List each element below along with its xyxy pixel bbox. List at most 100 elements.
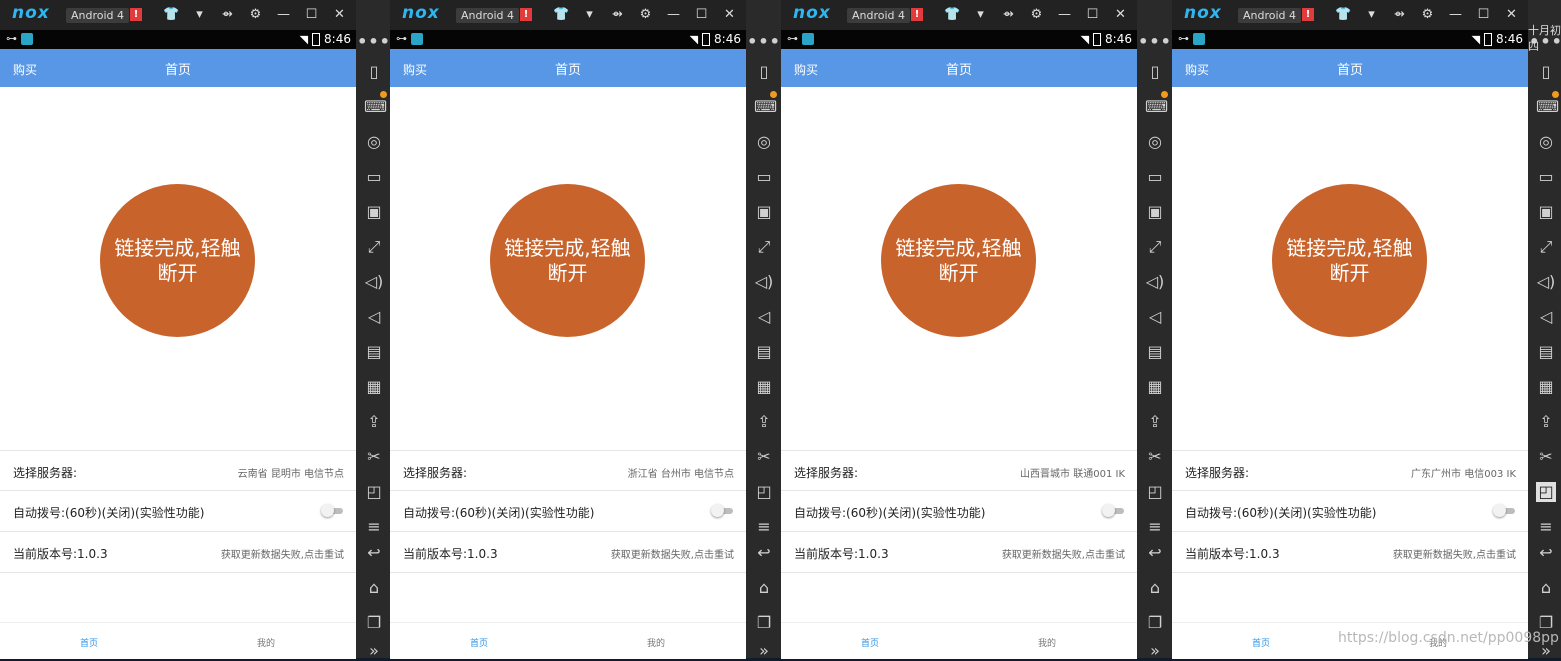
recent-apps-icon[interactable]: ❐ xyxy=(754,613,774,633)
gear-icon[interactable]: ⚙ xyxy=(637,7,654,23)
record-icon[interactable]: ▣ xyxy=(364,202,384,222)
shirt-icon[interactable]: 👕 xyxy=(944,7,961,23)
apk-install-icon[interactable]: ⇪ xyxy=(1145,412,1165,432)
phone-shake-icon[interactable]: ▯ xyxy=(1536,62,1556,82)
keyboard-icon[interactable]: ⌨ xyxy=(1536,97,1559,117)
record-icon[interactable]: ▣ xyxy=(754,202,774,222)
update-retry-link[interactable]: 获取更新数据失败,点击重试 xyxy=(221,546,344,561)
toolbox-icon[interactable]: ▤ xyxy=(1536,342,1556,362)
shirt-icon[interactable]: 👕 xyxy=(553,7,570,23)
connect-toggle-button[interactable]: 链接完成,轻触断开 xyxy=(881,184,1036,337)
home-icon[interactable]: ⌂ xyxy=(364,578,384,598)
recent-apps-icon[interactable]: ❐ xyxy=(364,613,384,633)
apk-install-icon[interactable]: ⇪ xyxy=(1536,412,1556,432)
macro-icon[interactable]: ▦ xyxy=(364,377,384,397)
chevron-down-icon[interactable]: ▾ xyxy=(1363,7,1380,23)
chevron-down-icon[interactable]: ▾ xyxy=(581,7,598,23)
close-icon[interactable]: ✕ xyxy=(331,7,348,23)
autodial-switch[interactable] xyxy=(1493,504,1515,517)
volume-down-icon[interactable]: ◁ xyxy=(364,307,384,327)
toolbox-icon[interactable]: ▤ xyxy=(1145,342,1165,362)
maximize-icon[interactable]: ☐ xyxy=(1475,7,1492,23)
expand-icon[interactable]: » xyxy=(1145,641,1165,661)
fullscreen-icon[interactable]: ⤢ xyxy=(1145,237,1165,257)
pin-icon[interactable]: ⇴ xyxy=(1000,7,1017,23)
volume-up-icon[interactable]: ◁) xyxy=(1536,272,1556,292)
keyboard-icon[interactable]: ⌨ xyxy=(364,97,387,117)
server-select-row[interactable]: 选择服务器: 山西晋城市 联通001 IK xyxy=(781,450,1137,491)
macro-icon[interactable]: ▦ xyxy=(1536,377,1556,397)
tab-mine[interactable]: 我的 xyxy=(1038,636,1056,649)
server-select-row[interactable]: 选择服务器: 云南省 昆明市 电信节点 xyxy=(0,450,356,491)
connect-toggle-button[interactable]: 链接完成,轻触断开 xyxy=(1272,184,1427,337)
version-row[interactable]: 当前版本号:1.0.3 获取更新数据失败,点击重试 xyxy=(0,531,356,573)
version-row[interactable]: 当前版本号:1.0.3 获取更新数据失败,点击重试 xyxy=(390,531,746,573)
volume-up-icon[interactable]: ◁) xyxy=(364,272,384,292)
update-retry-link[interactable]: 获取更新数据失败,点击重试 xyxy=(611,546,734,561)
volume-down-icon[interactable]: ◁ xyxy=(1145,307,1165,327)
shirt-icon[interactable]: 👕 xyxy=(1335,7,1352,23)
pin-icon[interactable]: ⇴ xyxy=(219,7,236,23)
server-select-row[interactable]: 选择服务器: 浙江省 台州市 电信节点 xyxy=(390,450,746,491)
menu-icon[interactable]: ≡ xyxy=(754,517,774,537)
connect-toggle-button[interactable]: 链接完成,轻触断开 xyxy=(100,184,255,337)
macro-icon[interactable]: ▦ xyxy=(754,377,774,397)
screen-icon[interactable]: ▭ xyxy=(1536,167,1556,187)
minimize-icon[interactable]: — xyxy=(275,7,292,23)
volume-up-icon[interactable]: ◁) xyxy=(754,272,774,292)
keyboard-icon[interactable]: ⌨ xyxy=(754,97,777,117)
location-icon[interactable]: ◎ xyxy=(1145,132,1165,152)
warning-icon[interactable]: ! xyxy=(911,8,923,21)
volume-up-icon[interactable]: ◁) xyxy=(1145,272,1165,292)
connect-toggle-button[interactable]: 链接完成,轻触断开 xyxy=(490,184,645,337)
fullscreen-icon[interactable]: ⤢ xyxy=(754,237,774,257)
home-icon[interactable]: ⌂ xyxy=(1536,578,1556,598)
location-icon[interactable]: ◎ xyxy=(754,132,774,152)
location-icon[interactable]: ◎ xyxy=(1536,132,1556,152)
phone-shake-icon[interactable]: ▯ xyxy=(1145,62,1165,82)
home-icon[interactable]: ⌂ xyxy=(1145,578,1165,598)
menu-icon[interactable]: ≡ xyxy=(1536,517,1556,537)
menu-icon[interactable]: ≡ xyxy=(364,517,384,537)
toolbox-icon[interactable]: ▤ xyxy=(364,342,384,362)
close-icon[interactable]: ✕ xyxy=(721,7,738,23)
recent-apps-icon[interactable]: ❐ xyxy=(1145,613,1165,633)
gear-icon[interactable]: ⚙ xyxy=(1028,7,1045,23)
version-row[interactable]: 当前版本号:1.0.3 获取更新数据失败,点击重试 xyxy=(1172,531,1528,573)
scissors-icon[interactable]: ✂ xyxy=(1145,447,1165,467)
close-icon[interactable]: ✕ xyxy=(1112,7,1129,23)
tab-home[interactable]: 首页 xyxy=(1252,636,1270,649)
update-retry-link[interactable]: 获取更新数据失败,点击重试 xyxy=(1393,546,1516,561)
screen-icon[interactable]: ▭ xyxy=(364,167,384,187)
macro-icon[interactable]: ▦ xyxy=(1145,377,1165,397)
scissors-icon[interactable]: ✂ xyxy=(364,447,384,467)
record-icon[interactable]: ▣ xyxy=(1536,202,1556,222)
expand-icon[interactable]: » xyxy=(364,641,384,661)
phone-shake-icon[interactable]: ▯ xyxy=(754,62,774,82)
minimize-icon[interactable]: — xyxy=(1056,7,1073,23)
warning-icon[interactable]: ! xyxy=(520,8,532,21)
version-row[interactable]: 当前版本号:1.0.3 获取更新数据失败,点击重试 xyxy=(781,531,1137,573)
volume-down-icon[interactable]: ◁ xyxy=(754,307,774,327)
back-icon[interactable]: ↩ xyxy=(364,543,384,563)
close-icon[interactable]: ✕ xyxy=(1503,7,1520,23)
multi-window-icon[interactable]: ◰ xyxy=(754,482,774,502)
tab-home[interactable]: 首页 xyxy=(80,636,98,649)
maximize-icon[interactable]: ☐ xyxy=(303,7,320,23)
autodial-switch[interactable] xyxy=(1102,504,1124,517)
scissors-icon[interactable]: ✂ xyxy=(754,447,774,467)
toolbox-icon[interactable]: ▤ xyxy=(754,342,774,362)
tab-mine[interactable]: 我的 xyxy=(647,636,665,649)
apk-install-icon[interactable]: ⇪ xyxy=(364,412,384,432)
menu-icon[interactable]: ≡ xyxy=(1145,517,1165,537)
chevron-down-icon[interactable]: ▾ xyxy=(191,7,208,23)
gear-icon[interactable]: ⚙ xyxy=(1419,7,1436,23)
phone-shake-icon[interactable]: ▯ xyxy=(364,62,384,82)
warning-icon[interactable]: ! xyxy=(1302,8,1314,21)
keyboard-icon[interactable]: ⌨ xyxy=(1145,97,1168,117)
maximize-icon[interactable]: ☐ xyxy=(1084,7,1101,23)
screen-icon[interactable]: ▭ xyxy=(754,167,774,187)
warning-icon[interactable]: ! xyxy=(130,8,142,21)
tab-home[interactable]: 首页 xyxy=(470,636,488,649)
multi-window-icon[interactable]: ◰ xyxy=(1536,482,1556,502)
